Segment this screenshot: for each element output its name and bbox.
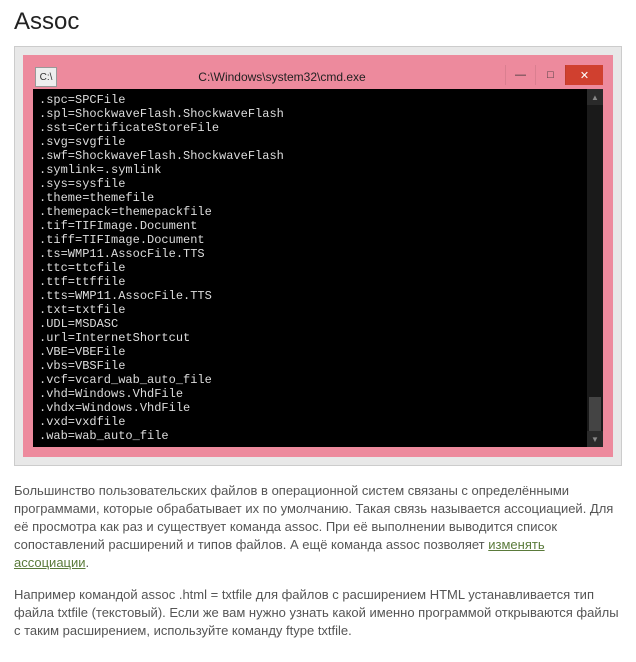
terminal-line: .wab=wab_auto_file [39, 429, 581, 443]
terminal-line: .sys=sysfile [39, 177, 581, 191]
terminal-line: .vhdx=Windows.VhdFile [39, 401, 581, 415]
close-button[interactable]: ✕ [565, 65, 603, 85]
terminal-line: .spl=ShockwaveFlash.ShockwaveFlash [39, 107, 581, 121]
scrollbar[interactable]: ▲ ▼ [587, 89, 603, 447]
terminal-line: .VBE=VBEFile [39, 345, 581, 359]
terminal-line: .symlink=.symlink [39, 163, 581, 177]
terminal-line: .swf=ShockwaveFlash.ShockwaveFlash [39, 149, 581, 163]
terminal-line: .sst=CertificateStoreFile [39, 121, 581, 135]
terminal-area: .spc=SPCFile.spl=ShockwaveFlash.Shockwav… [33, 89, 603, 447]
page-title: Assoc [14, 8, 622, 36]
terminal-line: .ttc=ttcfile [39, 261, 581, 275]
terminal-line: .vhd=Windows.VhdFile [39, 387, 581, 401]
terminal-line: .svg=svgfile [39, 135, 581, 149]
terminal-line: .themepack=themepackfile [39, 205, 581, 219]
terminal-line: .vxd=vxdfile [39, 415, 581, 429]
terminal-line: .UDL=MSDASC [39, 317, 581, 331]
window-controls: — □ ✕ [505, 65, 603, 89]
terminal-line: .spc=SPCFile [39, 93, 581, 107]
scroll-up-icon[interactable]: ▲ [587, 89, 603, 105]
maximize-button[interactable]: □ [535, 65, 565, 85]
terminal-line: .ttf=ttffile [39, 275, 581, 289]
terminal-line: .vcf=vcard_wab_auto_file [39, 373, 581, 387]
terminal-line: .url=InternetShortcut [39, 331, 581, 345]
cmd-window: C:\ C:\Windows\system32\cmd.exe — □ ✕ .s… [23, 55, 613, 457]
terminal-line: .tts=WMP11.AssocFile.TTS [39, 289, 581, 303]
scroll-down-icon[interactable]: ▼ [587, 431, 603, 447]
scroll-thumb[interactable] [589, 397, 601, 431]
window-title: C:\Windows\system32\cmd.exe [59, 65, 505, 89]
cmd-icon: C:\ [35, 67, 57, 87]
minimize-button[interactable]: — [505, 65, 535, 85]
terminal-line: .tif=TIFImage.Document [39, 219, 581, 233]
terminal-line: .vbs=VBSFile [39, 359, 581, 373]
description-paragraph-1: Большинство пользовательских файлов в оп… [14, 482, 622, 572]
terminal-output: .spc=SPCFile.spl=ShockwaveFlash.Shockwav… [33, 89, 587, 447]
terminal-line: .txt=txtfile [39, 303, 581, 317]
screenshot-frame: C:\ C:\Windows\system32\cmd.exe — □ ✕ .s… [14, 46, 622, 466]
p1-text-after: . [86, 555, 90, 570]
description-paragraph-2: Например командой assoc .html = txtfile … [14, 586, 622, 640]
terminal-line: .tiff=TIFImage.Document [39, 233, 581, 247]
terminal-line: .ts=WMP11.AssocFile.TTS [39, 247, 581, 261]
terminal-line: .theme=themefile [39, 191, 581, 205]
scroll-track[interactable] [587, 105, 603, 431]
titlebar: C:\ C:\Windows\system32\cmd.exe — □ ✕ [33, 65, 603, 89]
